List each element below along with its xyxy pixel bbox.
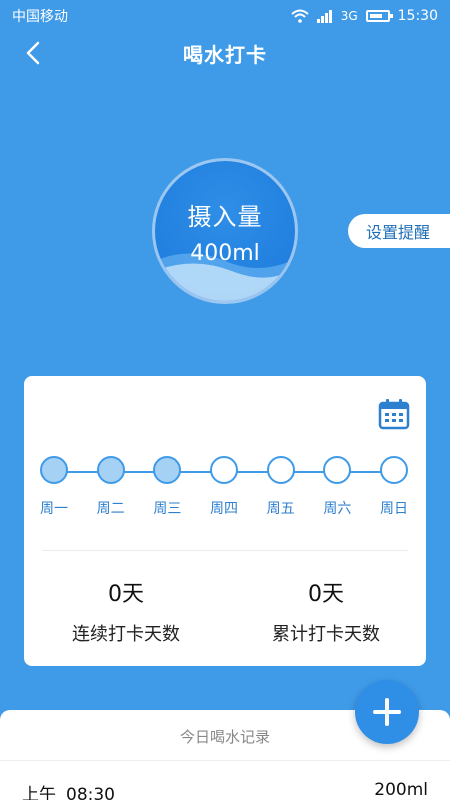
intake-circle: 摄入量 400ml [152,158,298,304]
weekday-label: 周六 [323,501,352,517]
unchecked-day-dot [210,456,238,484]
weekday-label: 周五 [266,501,295,517]
page-title: 喝水打卡 [183,42,267,67]
checked-day-dot [40,456,68,484]
card-divider [42,550,408,551]
consecutive-days-label: 连续打卡天数 [72,624,180,645]
weekday-label: 周一 [40,501,68,517]
intake-label: 摄入量 [187,203,263,231]
weekday-item: 周日 [380,456,408,517]
records-divider [0,760,450,761]
unchecked-day-dot [323,456,352,484]
set-reminder-button[interactable]: 设置提醒 [348,214,450,248]
chevron-left-icon [26,41,40,65]
consecutive-days-stat: 0天 连续打卡天数 [26,576,226,646]
weekday-item: 周一 [40,456,68,517]
total-days-value: 0天 [308,582,344,607]
network-type: 3G [340,9,358,23]
weekday-item: 周二 [96,456,125,517]
back-button[interactable] [16,36,50,70]
plus-icon [373,698,401,726]
record-clock: 08:30 [66,785,115,800]
signal-icon [316,10,332,23]
battery-icon [365,10,393,22]
weekday-label: 周三 [153,501,182,517]
unchecked-day-dot [266,456,295,484]
weekday-item: 周六 [323,456,352,517]
unchecked-day-dot [380,456,408,484]
weekday-item: 周五 [266,456,295,517]
weekday-label: 周日 [380,501,408,517]
checked-day-dot [96,456,125,484]
weekday-item: 周三 [153,456,182,517]
calendar-icon[interactable] [378,398,410,430]
intake-value: 400ml [190,241,260,266]
wifi-icon [291,9,309,23]
weekday-item: 周四 [210,456,238,517]
record-period: 上午 [22,785,56,800]
week-tracker: 周一 周二 周三 周四 周五 周六 周日 [40,456,408,517]
nav-bar: 喝水打卡 [0,32,450,74]
total-days-label: 累计打卡天数 [272,624,380,645]
checked-day-dot [153,456,182,484]
add-record-button[interactable] [355,680,419,744]
weekday-label: 周四 [210,501,238,517]
status-icons: 3G 15:30 [291,8,438,24]
status-bar: 中国移动 3G 15:30 [0,0,450,32]
carrier-name: 中国移动 [12,9,68,25]
record-amount: 200ml [374,780,428,800]
weekday-label: 周二 [96,501,125,517]
record-row[interactable]: 上午 08:30 200ml [0,780,450,800]
clock: 15:30 [397,8,438,24]
total-days-stat: 0天 累计打卡天数 [226,576,426,646]
consecutive-days-value: 0天 [108,582,144,607]
checkin-card: 周一 周二 周三 周四 周五 周六 周日 0天 连续打卡天数 0天 累计打卡天数 [24,376,426,666]
record-time: 上午 08:30 [22,780,115,800]
